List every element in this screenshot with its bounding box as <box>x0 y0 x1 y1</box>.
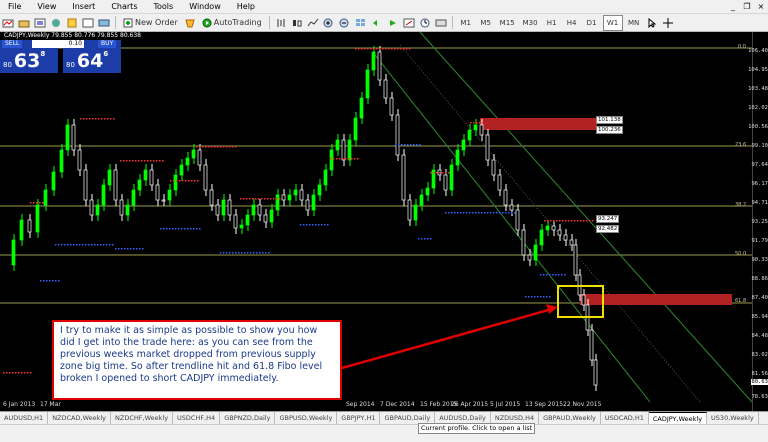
chart-tab[interactable]: US30,Weekly <box>707 412 759 424</box>
status-message[interactable]: Current profile. Click to open a list <box>418 423 536 434</box>
status-bar: Current profile. Click to open a list <box>0 423 768 442</box>
chart-tab[interactable]: GBPNZD,Daily <box>220 412 276 424</box>
chart-tab[interactable]: USDCAD,H1 <box>601 412 649 424</box>
chart-tab[interactable]: NZDCHF,Weekly <box>111 412 174 424</box>
chart-tab[interactable]: GBPUSD,Weekly <box>275 412 338 424</box>
chart-tab[interactable]: USDCHF,H4 <box>173 412 221 424</box>
chart-tabs: AUDUSD,H1 NZDCAD,Weekly NZDCHF,Weekly US… <box>0 411 768 424</box>
chart-tab[interactable]: GBPAUD,Weekly <box>539 412 601 424</box>
chart-tab[interactable]: NZDCAD,Weekly <box>48 412 112 424</box>
chart-tab-active[interactable]: CADJPY,Weekly <box>648 412 708 424</box>
annotation-note: I try to make it as simple as possible t… <box>52 320 342 400</box>
chart-tab[interactable]: AUDUSD,H1 <box>0 412 49 424</box>
chart-tab[interactable]: GBPJPY,H1 <box>337 412 381 424</box>
